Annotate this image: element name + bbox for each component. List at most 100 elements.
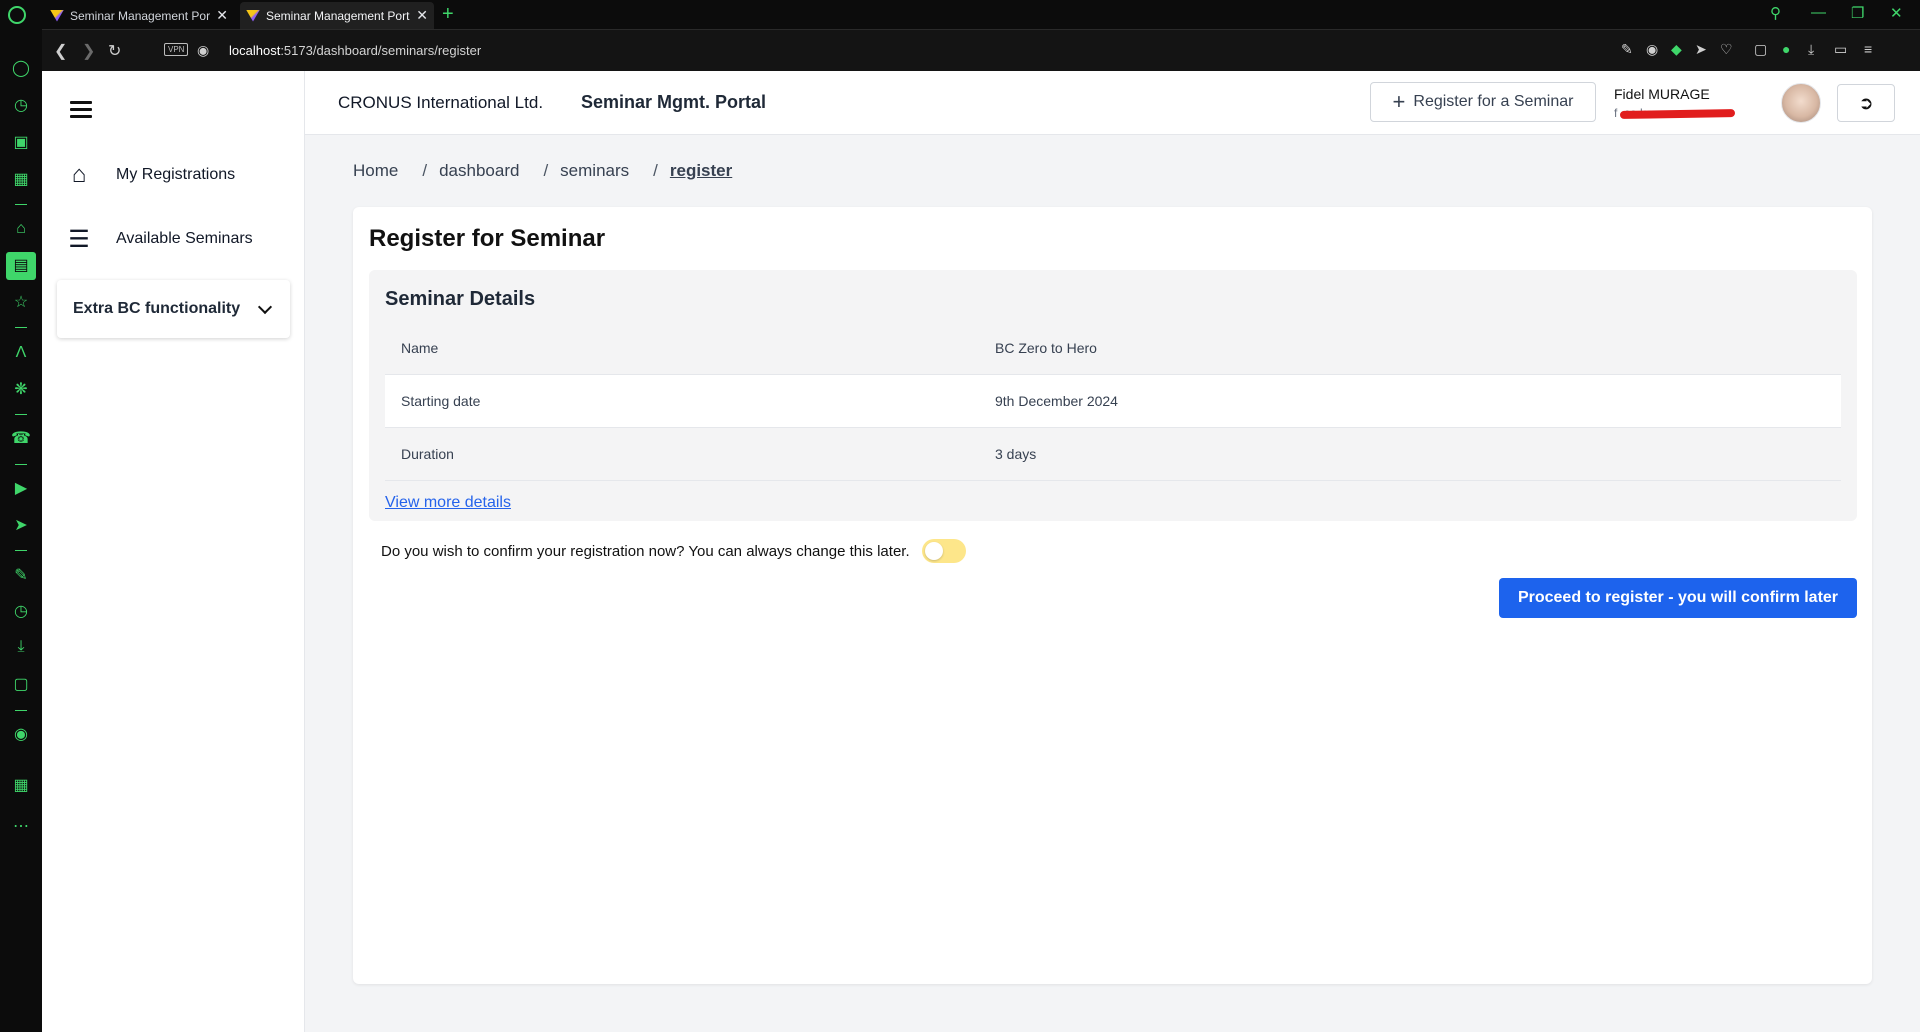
app-header: CRONUS International Ltd. Seminar Mgmt. … [305, 71, 1920, 135]
gamepad-icon[interactable]: ◯ [11, 59, 31, 79]
bag-icon[interactable]: ▣ [11, 133, 31, 153]
back-icon[interactable]: ❮ [54, 41, 67, 61]
portal-title: Seminar Mgmt. Portal [581, 92, 767, 112]
heart-icon[interactable]: ♡ [1720, 41, 1733, 58]
sidebar-extra-label: Extra BC functionality [73, 300, 241, 317]
avatar[interactable] [1781, 83, 1821, 123]
url-path: :5173/dashboard/seminars/register [280, 43, 482, 58]
send-icon[interactable]: ➤ [1695, 41, 1707, 58]
user-name: Fidel MURAGE [1614, 86, 1710, 102]
breadcrumb-home[interactable]: Home [353, 161, 398, 181]
restore-icon[interactable]: ❐ [1851, 4, 1864, 22]
briefcase-icon[interactable]: ▤ [6, 252, 36, 280]
logout-button[interactable]: ➲ [1837, 84, 1895, 122]
star-icon[interactable]: ☆ [11, 293, 31, 313]
more-icon[interactable]: ⋯ [11, 817, 31, 837]
download-rail-icon[interactable]: ⤓ [11, 637, 31, 657]
rail-separator [15, 414, 27, 415]
address-bar: ❮ ❯ ↻ VPN ◉ localhost:5173/dashboard/sem… [42, 29, 1920, 71]
tab-title: Seminar Management Port [70, 8, 211, 23]
chip-icon[interactable]: ▦ [11, 170, 31, 190]
home-rail-icon[interactable]: ⌂ [11, 219, 31, 239]
edit-rail-icon[interactable]: ✎ [11, 566, 31, 586]
rail-separator [15, 327, 27, 328]
confirm-row: Do you wish to confirm your registration… [381, 539, 966, 563]
camera-icon[interactable]: ◉ [1646, 41, 1658, 58]
sidebar-extra-bc-dropdown[interactable]: Extra BC functionality [57, 280, 290, 338]
close-window-icon[interactable]: ✕ [1890, 4, 1903, 22]
browser-tab[interactable]: Seminar Management Port ✕ [44, 2, 234, 29]
detail-key: Name [401, 340, 439, 356]
sidebar-item-my-registrations[interactable]: ⌂ My Registrations [64, 155, 294, 195]
close-tab-icon[interactable]: ✕ [216, 7, 228, 24]
hamburger-menu-icon[interactable] [70, 101, 92, 119]
browser-tab-bar: Seminar Management Port ✕ Seminar Manage… [0, 0, 1920, 29]
opera-logo-icon[interactable] [8, 6, 26, 24]
cube-icon[interactable]: ▢ [1754, 41, 1767, 58]
url-host: localhost [229, 43, 281, 58]
spotify-icon[interactable]: ◉ [11, 725, 31, 745]
view-more-details-link[interactable]: View more details [385, 494, 511, 512]
whatsapp-icon[interactable]: ☎ [11, 429, 31, 449]
globe-icon[interactable]: ◉ [197, 42, 209, 59]
vite-favicon-icon [246, 9, 260, 22]
reload-icon[interactable]: ↻ [108, 41, 121, 61]
rail-separator [15, 204, 27, 205]
edit-icon[interactable]: ✎ [1621, 41, 1633, 58]
proceed-to-register-button[interactable]: Proceed to register - you will confirm l… [1499, 578, 1857, 618]
close-tab-icon[interactable]: ✕ [416, 7, 428, 24]
breadcrumb-seminars[interactable]: seminars [560, 161, 629, 181]
company-name: CRONUS International Ltd. [338, 93, 544, 112]
tab-title: Seminar Management Port [266, 8, 410, 23]
url-field[interactable]: localhost:5173/dashboard/seminars/regist… [229, 43, 481, 58]
chatgpt-icon[interactable]: ❋ [11, 380, 31, 400]
vpn-badge[interactable]: VPN [164, 43, 189, 56]
aria-icon[interactable]: Λ [11, 343, 31, 363]
breadcrumb-register[interactable]: register [670, 161, 732, 181]
detail-key: Starting date [401, 393, 481, 409]
breadcrumb-separator: / [422, 161, 428, 180]
detail-value: BC Zero to Hero [995, 340, 1097, 356]
gallery-icon[interactable]: ▦ [11, 776, 31, 796]
new-tab-button[interactable]: + [442, 3, 454, 26]
logout-icon: ➲ [1858, 92, 1874, 113]
forward-icon[interactable]: ❯ [82, 41, 95, 61]
clock-icon[interactable]: ◷ [11, 602, 31, 622]
search-tabs-icon[interactable]: ⚲ [1770, 4, 1781, 22]
browser-tab-active[interactable]: Seminar Management Port ✕ [240, 2, 434, 29]
sidebar-item-label: Available Seminars [116, 230, 253, 247]
profile-icon[interactable]: ● [1782, 41, 1790, 57]
redaction-mark [1619, 108, 1736, 120]
register-for-seminar-button[interactable]: + Register for a Seminar [1370, 82, 1596, 122]
download-icon[interactable]: ⤓ [1808, 41, 1814, 58]
list-icon: ☰ [68, 225, 90, 253]
shield-icon[interactable]: ◆ [1671, 41, 1682, 58]
detail-value: 3 days [995, 446, 1037, 462]
sidebar-item-available-seminars[interactable]: ☰ Available Seminars [64, 219, 294, 259]
sidebar-item-label: My Registrations [116, 166, 236, 183]
cube-rail-icon[interactable]: ▢ [11, 675, 31, 695]
register-button-label: Register for a Seminar [1413, 93, 1574, 110]
page-title: Register for Seminar [369, 225, 606, 252]
detail-key: Duration [401, 446, 454, 462]
confirm-toggle[interactable] [921, 539, 966, 563]
table-row: Starting date 9th December 2024 [385, 375, 1841, 428]
player-icon[interactable]: ▶ [11, 479, 31, 499]
menu-icon[interactable]: ≡ [1864, 41, 1872, 57]
plus-icon: + [1392, 89, 1406, 114]
register-card: Register for Seminar Seminar Details Nam… [353, 207, 1872, 984]
breadcrumb-separator: / [653, 161, 658, 180]
seminar-details-panel: Seminar Details Name BC Zero to Hero Sta… [369, 270, 1857, 521]
breadcrumb-dashboard[interactable]: dashboard [439, 161, 519, 181]
speedometer-icon[interactable]: ◷ [11, 96, 31, 116]
app-sidebar: ⌂ My Registrations ☰ Available Seminars … [42, 71, 305, 1032]
vite-favicon-icon [50, 9, 64, 22]
rail-separator [15, 464, 27, 465]
chevron-down-icon [257, 299, 273, 314]
battery-icon[interactable]: ▭ [1834, 41, 1847, 58]
send-rail-icon[interactable]: ➤ [11, 516, 31, 536]
details-title: Seminar Details [385, 288, 536, 310]
home-icon: ⌂ [71, 161, 87, 188]
minimize-icon[interactable]: — [1811, 4, 1826, 21]
confirm-question: Do you wish to confirm your registration… [381, 542, 910, 560]
